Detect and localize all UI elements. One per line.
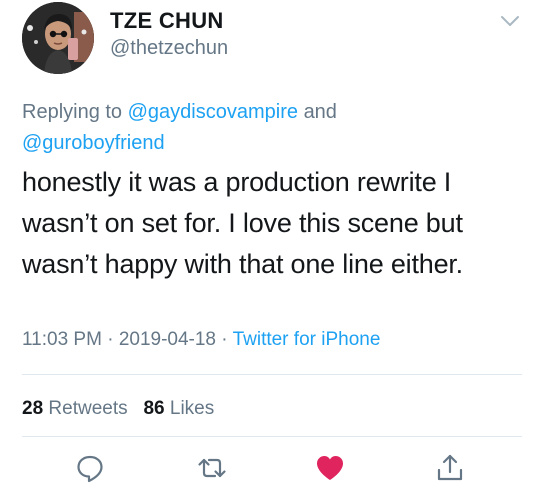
- share-button[interactable]: [434, 452, 466, 484]
- tweet-text: honestly it was a production rewrite I w…: [22, 162, 522, 285]
- tweet-stats: 28 Retweets 86 Likes: [22, 398, 214, 420]
- chevron-down-icon[interactable]: [500, 14, 520, 28]
- tweet-date[interactable]: 2019-04-18: [119, 329, 216, 350]
- likes-count: 86: [143, 398, 165, 419]
- reply-button[interactable]: [74, 452, 106, 484]
- retweets-label: Retweets: [48, 398, 128, 419]
- retweets-count: 28: [22, 398, 44, 419]
- divider: [22, 436, 522, 437]
- replying-to-prefix: Replying to: [22, 101, 123, 123]
- retweets-stat[interactable]: 28 Retweets: [22, 398, 128, 419]
- meta-separator: ·: [221, 329, 228, 350]
- replying-to: Replying to @gaydiscovampire and @gurobo…: [22, 97, 522, 159]
- tweet-source[interactable]: Twitter for iPhone: [233, 329, 381, 350]
- tweet-text-line: wasn’t on set for. I love this scene but: [22, 208, 463, 238]
- meta-separator: ·: [107, 329, 114, 350]
- tweet-text-line: wasn’t happy with that one line either.: [22, 249, 463, 279]
- avatar[interactable]: [22, 2, 94, 74]
- retweet-button[interactable]: [196, 452, 228, 484]
- replying-to-and: and: [303, 101, 337, 123]
- heart-icon: [317, 456, 343, 480]
- tweet-text-line: honestly it was a production rewrite I: [22, 167, 452, 197]
- likes-stat[interactable]: 86 Likes: [143, 398, 214, 419]
- reply-icon: [77, 455, 103, 483]
- like-button[interactable]: [314, 452, 346, 484]
- divider: [22, 374, 522, 375]
- likes-label: Likes: [169, 398, 215, 419]
- tweet-meta: 11:03 PM · 2019-04-18 · Twitter for iPho…: [22, 329, 380, 351]
- tweet-time[interactable]: 11:03 PM: [22, 329, 102, 350]
- mention-gaydiscovampire[interactable]: @gaydiscovampire: [128, 101, 298, 123]
- mention-guroboyfriend[interactable]: @guroboyfriend: [22, 132, 165, 154]
- author-handle[interactable]: @thetzechun: [110, 37, 228, 60]
- author-name[interactable]: TZE CHUN: [110, 8, 224, 34]
- avatar-image: [22, 2, 94, 74]
- tweet-card: TZE CHUN @thetzechun Replying to @gaydis…: [0, 0, 540, 498]
- retweet-icon: [198, 458, 226, 478]
- share-icon: [437, 454, 463, 481]
